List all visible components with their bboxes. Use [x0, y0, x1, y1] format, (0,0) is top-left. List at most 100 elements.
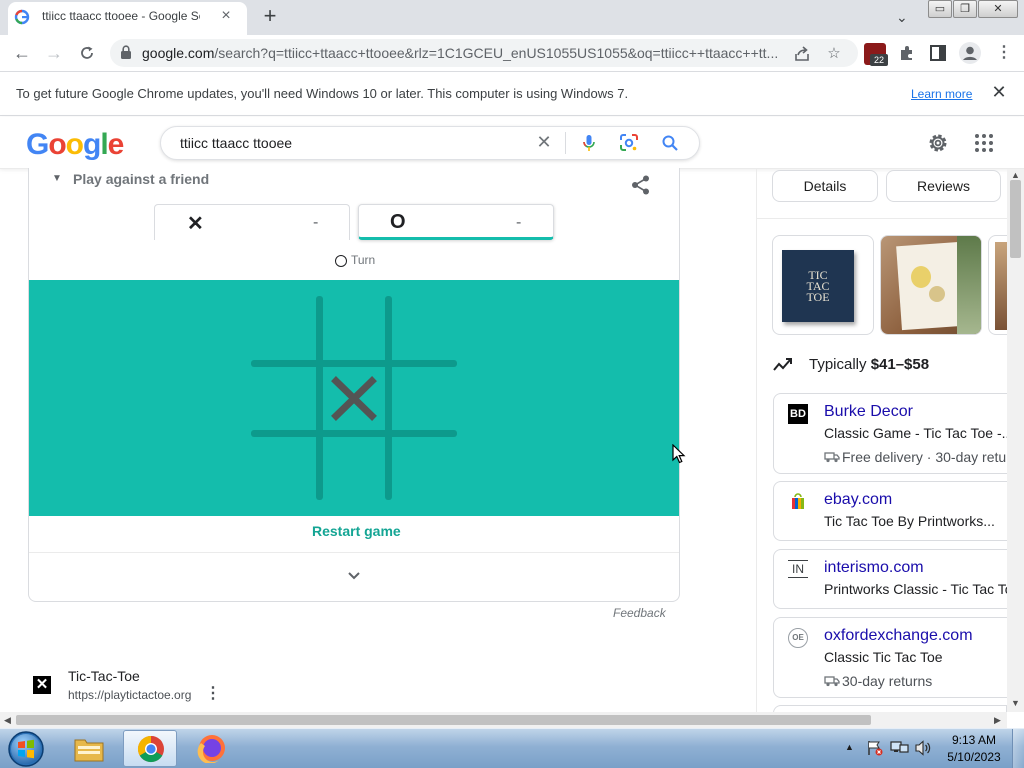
- mode-dropdown-caret-icon[interactable]: ▼: [52, 173, 62, 184]
- board-cell[interactable]: [323, 437, 385, 500]
- volume-icon[interactable]: [914, 740, 932, 756]
- chrome-menu-icon[interactable]: ⋮: [996, 43, 1012, 63]
- google-logo[interactable]: Google: [26, 128, 125, 162]
- scroll-down-arrow-icon[interactable]: ▼: [1011, 698, 1020, 708]
- grid-line-h1: [251, 360, 457, 367]
- search-divider: [565, 132, 566, 154]
- side-panel-icon[interactable]: [929, 44, 947, 62]
- google-favicon-icon: [14, 9, 30, 25]
- taskbar-chrome[interactable]: [123, 730, 177, 767]
- product-thumbnail-1[interactable]: TIC TAC TOE: [772, 235, 874, 335]
- tab-details[interactable]: Details: [772, 170, 878, 202]
- seller-card-interismo[interactable]: IN interismo.com Printworks Classic - Ti…: [773, 549, 1013, 609]
- google-logo-letter: o: [48, 128, 66, 161]
- board-cell[interactable]: [251, 296, 316, 360]
- result-site-icon[interactable]: ✕: [33, 676, 51, 694]
- taskbar-file-explorer[interactable]: [62, 730, 116, 767]
- profile-avatar-icon[interactable]: [958, 41, 982, 65]
- google-logo-letter: e: [107, 128, 125, 161]
- delivery-truck-icon: [824, 676, 840, 687]
- firefox-logo-icon: [197, 735, 225, 763]
- lens-camera-icon[interactable]: [619, 134, 639, 152]
- seller-product: Tic Tac Toe By Printworks...: [824, 513, 995, 529]
- taskbar-clock-time[interactable]: 9:13 AM: [950, 733, 998, 747]
- scroll-right-arrow-icon[interactable]: ▶: [994, 715, 1001, 725]
- infobar-close-icon[interactable]: ✕: [990, 83, 1008, 101]
- expand-chevron-icon[interactable]: [344, 566, 364, 586]
- result-title[interactable]: Tic-Tac-Toe: [68, 668, 140, 684]
- seller-card-oxford-exchange[interactable]: OE oxfordexchange.com Classic Tic Tac To…: [773, 617, 1013, 698]
- show-hidden-icons-arrow[interactable]: ▲: [845, 742, 854, 752]
- back-arrow-icon[interactable]: ←: [10, 41, 34, 65]
- seller-logo-oe: OE: [788, 628, 808, 648]
- search-magnifier-icon[interactable]: [661, 134, 679, 152]
- share-page-icon[interactable]: [793, 45, 811, 63]
- share-icon[interactable]: [630, 174, 652, 196]
- bookmark-star-icon[interactable]: ☆: [825, 45, 843, 63]
- url-text[interactable]: google.com/search?q=ttiicc+ttaacc+ttooee…: [142, 45, 782, 61]
- turn-label: Turn: [351, 253, 376, 267]
- player-o-score-card[interactable]: O -: [358, 204, 554, 240]
- minimize-button[interactable]: ▭: [928, 0, 952, 18]
- network-icon[interactable]: [890, 740, 910, 756]
- board-cell[interactable]: [251, 367, 316, 430]
- chrome-logo-icon: [137, 735, 164, 763]
- google-apps-grid-icon[interactable]: [974, 133, 994, 153]
- search-input[interactable]: [180, 134, 520, 152]
- restore-button[interactable]: ❐: [953, 0, 977, 18]
- voice-search-mic-icon[interactable]: [580, 134, 598, 152]
- windows-start-button-icon[interactable]: [6, 730, 46, 768]
- result-url[interactable]: https://playtictactoe.org: [68, 688, 191, 702]
- extensions-puzzle-icon[interactable]: [897, 43, 917, 63]
- seller-logo-in: IN: [788, 560, 808, 578]
- player-x-score-card[interactable]: ✕ -: [154, 204, 350, 240]
- google-logo-letter: G: [26, 128, 49, 161]
- board-cell[interactable]: [392, 296, 457, 360]
- board-cell[interactable]: [251, 437, 316, 500]
- seller-name[interactable]: interismo.com: [824, 559, 924, 577]
- scroll-up-arrow-icon[interactable]: ▲: [1011, 170, 1020, 180]
- seller-delivery-note: Free delivery · 30-day returns: [842, 449, 1010, 465]
- scroll-left-arrow-icon[interactable]: ◀: [4, 715, 11, 725]
- window-close-button[interactable]: ✕: [978, 0, 1018, 18]
- new-tab-icon[interactable]: +: [258, 5, 282, 29]
- clear-search-icon[interactable]: ✕: [534, 132, 554, 152]
- action-center-flag-icon[interactable]: [866, 740, 884, 756]
- tab-reviews[interactable]: Reviews: [886, 170, 1001, 202]
- seller-card-ebay[interactable]: ebay.com Tic Tac Toe By Printworks...: [773, 481, 1013, 541]
- tab-title: ttiicc ttaacc ttooee - Google Search: [42, 9, 200, 23]
- board-cell[interactable]: [392, 437, 457, 500]
- feedback-link[interactable]: Feedback: [613, 606, 666, 620]
- board-cell[interactable]: [323, 367, 385, 430]
- learn-more-link[interactable]: Learn more: [911, 87, 972, 101]
- game-board: [29, 280, 679, 516]
- vertical-scroll-thumb[interactable]: [1010, 180, 1021, 258]
- restart-game-button[interactable]: Restart game: [312, 523, 401, 539]
- lock-icon[interactable]: [120, 45, 132, 59]
- forward-arrow-icon[interactable]: →: [42, 41, 66, 65]
- reload-icon[interactable]: [78, 44, 96, 62]
- mouse-cursor-icon: [672, 444, 686, 464]
- panel-divider: [756, 169, 757, 712]
- board-cell[interactable]: [323, 296, 385, 360]
- price-trend-icon: [773, 358, 792, 371]
- turn-o-indicator-icon: [335, 255, 347, 267]
- show-desktop-button[interactable]: [1012, 729, 1024, 768]
- grid-line-v1: [316, 296, 323, 500]
- tab-search-chevron-icon[interactable]: ⌄: [896, 9, 914, 25]
- taskbar-clock-date[interactable]: 5/10/2023: [946, 750, 1002, 764]
- game-mode-selector[interactable]: Play against a friend: [73, 171, 209, 187]
- seller-name[interactable]: ebay.com: [824, 491, 892, 509]
- seller-name[interactable]: Burke Decor: [824, 403, 913, 421]
- grid-line-h2: [251, 430, 457, 437]
- board-cell[interactable]: [392, 367, 457, 430]
- settings-gear-icon[interactable]: [926, 131, 950, 155]
- result-more-icon[interactable]: ⋮: [205, 686, 221, 702]
- taskbar-firefox[interactable]: [185, 730, 239, 767]
- seller-logo-bd: BD: [788, 404, 808, 424]
- seller-card-burke-decor[interactable]: BD Burke Decor Classic Game - Tic Tac To…: [773, 393, 1013, 474]
- product-thumbnail-2[interactable]: [880, 235, 982, 335]
- tab-close-icon[interactable]: ×: [216, 6, 236, 26]
- seller-name[interactable]: oxfordexchange.com: [824, 627, 973, 645]
- horizontal-scroll-thumb[interactable]: [16, 715, 871, 725]
